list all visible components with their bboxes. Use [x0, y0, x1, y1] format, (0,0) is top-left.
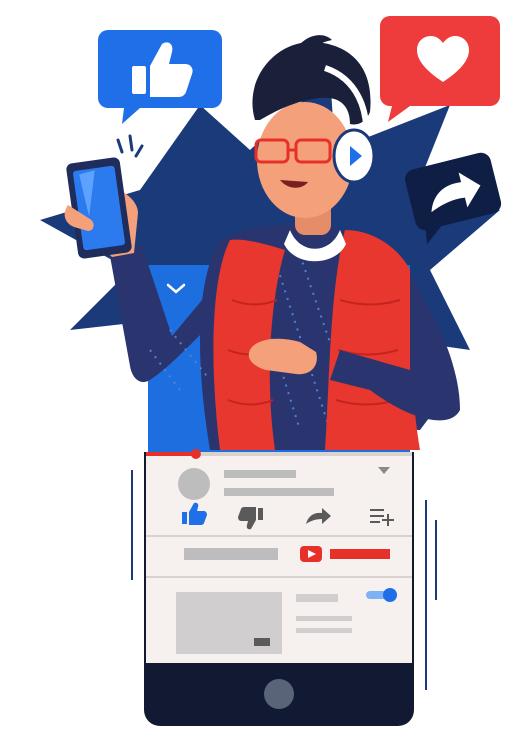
- subtitle-placeholder: [224, 488, 334, 496]
- duration-badge: [254, 638, 270, 646]
- progress-fill: [146, 452, 196, 456]
- next-line-placeholder: [296, 628, 352, 633]
- progress-handle[interactable]: [190, 449, 201, 459]
- handheld-phone-icon: [66, 157, 132, 259]
- subscribe-bar[interactable]: [330, 549, 390, 559]
- next-line-placeholder: [296, 616, 352, 621]
- illustration-stage: [0, 0, 508, 736]
- home-button-icon[interactable]: [264, 679, 294, 709]
- headphone-icon: [332, 128, 376, 184]
- channel-placeholder: [184, 548, 278, 560]
- motion-lines: [116, 134, 144, 158]
- video-app-illustration: [40, 16, 502, 726]
- next-title-placeholder: [296, 594, 338, 602]
- avatar[interactable]: [178, 468, 210, 500]
- title-placeholder: [224, 470, 296, 478]
- red-vest-right: [325, 230, 420, 450]
- heart-icon: [380, 16, 500, 122]
